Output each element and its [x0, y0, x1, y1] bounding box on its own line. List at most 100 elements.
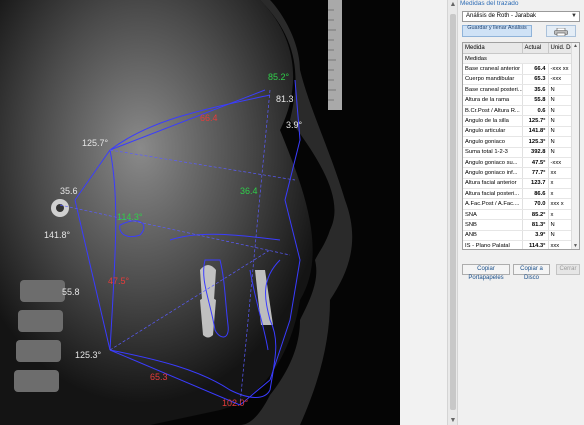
table-scrollbar[interactable]: ▲ ▼ — [571, 43, 579, 249]
table-row[interactable]: Suma total 1-2-3 392.8 N — [463, 147, 574, 158]
table-row[interactable]: Angulo de la silla 125.7° N — [463, 115, 574, 127]
cell-unit: xxx x — [548, 198, 574, 210]
cell-unit: N — [548, 126, 574, 138]
cell-actual-value: 35.6 — [522, 84, 549, 96]
cell-measure-name: IS - Plano Palatal — [463, 240, 523, 249]
table-row[interactable]: Base craneal posteri... 35.6 N — [463, 84, 574, 96]
cell-measure-name: Angulo goniaco su... — [463, 157, 523, 169]
cell-measure-name: Angulo goniaco inf... — [463, 167, 523, 179]
panel-title: Medidas del trazado — [460, 0, 519, 7]
table-scroll-up-icon[interactable]: ▲ — [572, 43, 579, 49]
cell-unit: x — [548, 188, 574, 200]
analysis-select-value: Análisis de Roth - Jarabak — [466, 13, 537, 19]
cell-actual-value: 66.4 — [522, 63, 549, 75]
measure-sella-angle-label: 125.7° — [82, 138, 109, 148]
cell-actual-value: 125.3° — [522, 136, 549, 148]
cell-actual-value: 141.8° — [522, 126, 549, 138]
cell-measure-name: Suma total 1-2-3 — [463, 147, 523, 158]
table-scroll-down-icon[interactable]: ▼ — [572, 243, 579, 249]
column-header-unit[interactable]: Unid. De — [548, 43, 574, 54]
table-row[interactable]: Angulo goniaco 125.3° N — [463, 136, 574, 148]
save-fill-analysis-button[interactable]: Guardar y llenar Análisis — [462, 25, 532, 37]
table-row[interactable]: ANB 3.9° N — [463, 230, 574, 242]
cell-unit: N — [548, 115, 574, 127]
cell-unit: xxx — [548, 240, 574, 249]
vertical-scrollbar[interactable]: ▲ ▼ — [447, 0, 458, 425]
table-row[interactable]: Altura facial anterior 123.7 x — [463, 178, 574, 190]
cell-actual-value: 3.9° — [522, 230, 549, 242]
cell-measure-name: Cuerpo mandibular — [463, 74, 523, 86]
cell-actual-value: 85.2° — [522, 209, 549, 221]
group-label: Medidas — [463, 53, 574, 65]
cell-actual-value: 70.0 — [522, 198, 549, 210]
scrollbar-thumb[interactable] — [450, 14, 456, 410]
cell-unit: N — [548, 147, 574, 158]
table-row[interactable]: SNA 85.2° x — [463, 209, 574, 221]
xray-image — [0, 0, 400, 425]
cell-actual-value: 114.3° — [522, 240, 549, 249]
cell-unit: x — [548, 209, 574, 221]
measure-ramus-height-label: 55.8 — [62, 287, 80, 297]
table-row[interactable]: IS - Plano Palatal 114.3° xxx — [463, 240, 574, 249]
cell-actual-value: 125.7° — [522, 115, 549, 127]
measurements-panel: Medidas del trazado Análisis de Roth - J… — [458, 0, 584, 425]
cell-unit: N — [548, 105, 574, 117]
measure-mandibular-label: 65.3 — [150, 372, 168, 382]
printer-icon — [554, 27, 568, 37]
column-header-medida[interactable]: Medida — [463, 43, 523, 54]
cell-measure-name: ANB — [463, 230, 523, 242]
measure-gonial-angle-label: 125.3° — [75, 350, 102, 360]
cell-measure-name: Altura facial anterior — [463, 178, 523, 190]
cell-unit: xx — [548, 167, 574, 179]
table-row[interactable]: A.Fac.Post / A.Fac.... 70.0 xxx x — [463, 198, 574, 210]
measure-gonial-upper-label: 47.5° — [108, 276, 130, 286]
cell-unit: -xxx — [548, 157, 574, 169]
table-row[interactable]: Angulo goniaco inf... 77.7° xx — [463, 167, 574, 179]
measure-green-mid-label: 36.4 — [240, 186, 258, 196]
cell-measure-name: Angulo de la silla — [463, 115, 523, 127]
cephalometric-xray-view[interactable]: 85.2° 81.3 125.7° 66.4 3.9° 35.6 141.8° … — [0, 0, 400, 425]
cell-measure-name: A.Fac.Post / A.Fac.... — [463, 198, 523, 210]
measure-posterior-base-label: 35.6 — [60, 186, 78, 196]
table-row[interactable]: Angulo articular 141.8° N — [463, 126, 574, 138]
cell-measure-name: Base craneal anterior — [463, 63, 523, 75]
cell-actual-value: 123.7 — [522, 178, 549, 190]
cell-measure-name: Altura facial posteri... — [463, 188, 523, 200]
table-row[interactable]: Base craneal anterior 66.4 -xxx xx — [463, 63, 574, 75]
table-row[interactable]: B.Cr.Post / Altura R... 0.6 N — [463, 105, 574, 117]
cell-unit: N — [548, 219, 574, 231]
table-row[interactable]: Altura de la rama 55.8 N — [463, 95, 574, 106]
measure-cranial-base-label: 66.4 — [200, 113, 218, 123]
cell-actual-value: 0.6 — [522, 105, 549, 117]
cell-measure-name: Base craneal posteri... — [463, 84, 523, 96]
chevron-down-icon[interactable]: ▼ — [571, 12, 577, 21]
cell-unit: N — [548, 136, 574, 148]
cell-unit: x — [548, 178, 574, 190]
scroll-down-arrow-icon[interactable]: ▼ — [449, 417, 457, 424]
cell-actual-value: 47.5° — [522, 157, 549, 169]
measure-sna-label: 85.2° — [268, 72, 290, 82]
column-header-actual[interactable]: Actual — [522, 43, 549, 54]
copy-clipboard-button[interactable]: Copiar Portapapeles — [462, 264, 510, 281]
cell-actual-value: 55.8 — [522, 95, 549, 106]
cell-measure-name: Angulo goniaco — [463, 136, 523, 148]
cell-unit: N — [548, 84, 574, 96]
cell-actual-value: 81.3° — [522, 219, 549, 231]
copy-disk-button[interactable]: Copiar a Disco — [513, 264, 550, 281]
cell-actual-value: 65.3 — [522, 74, 549, 86]
scroll-up-arrow-icon[interactable]: ▲ — [449, 1, 457, 8]
close-button[interactable]: Cerrar — [556, 264, 580, 275]
cell-unit: -xxx xx — [548, 63, 574, 75]
table-row[interactable]: SNB 81.3° N — [463, 219, 574, 231]
table-row[interactable]: Angulo goniaco su... 47.5° -xxx — [463, 157, 574, 169]
view-gutter — [400, 0, 447, 425]
measure-anb-label: 3.9° — [286, 120, 303, 130]
cell-unit: -xxx — [548, 74, 574, 86]
print-button[interactable] — [546, 25, 576, 37]
measurements-table[interactable]: Medida Actual Unid. De Medidas Base cran… — [462, 42, 580, 250]
table-row[interactable]: Cuerpo mandibular 65.3 -xxx — [463, 74, 574, 86]
analysis-select[interactable]: Análisis de Roth - Jarabak ▼ — [462, 11, 580, 22]
cell-actual-value: 392.8 — [522, 147, 549, 158]
table-row[interactable]: Altura facial posteri... 86.6 x — [463, 188, 574, 200]
cell-measure-name: SNB — [463, 219, 523, 231]
